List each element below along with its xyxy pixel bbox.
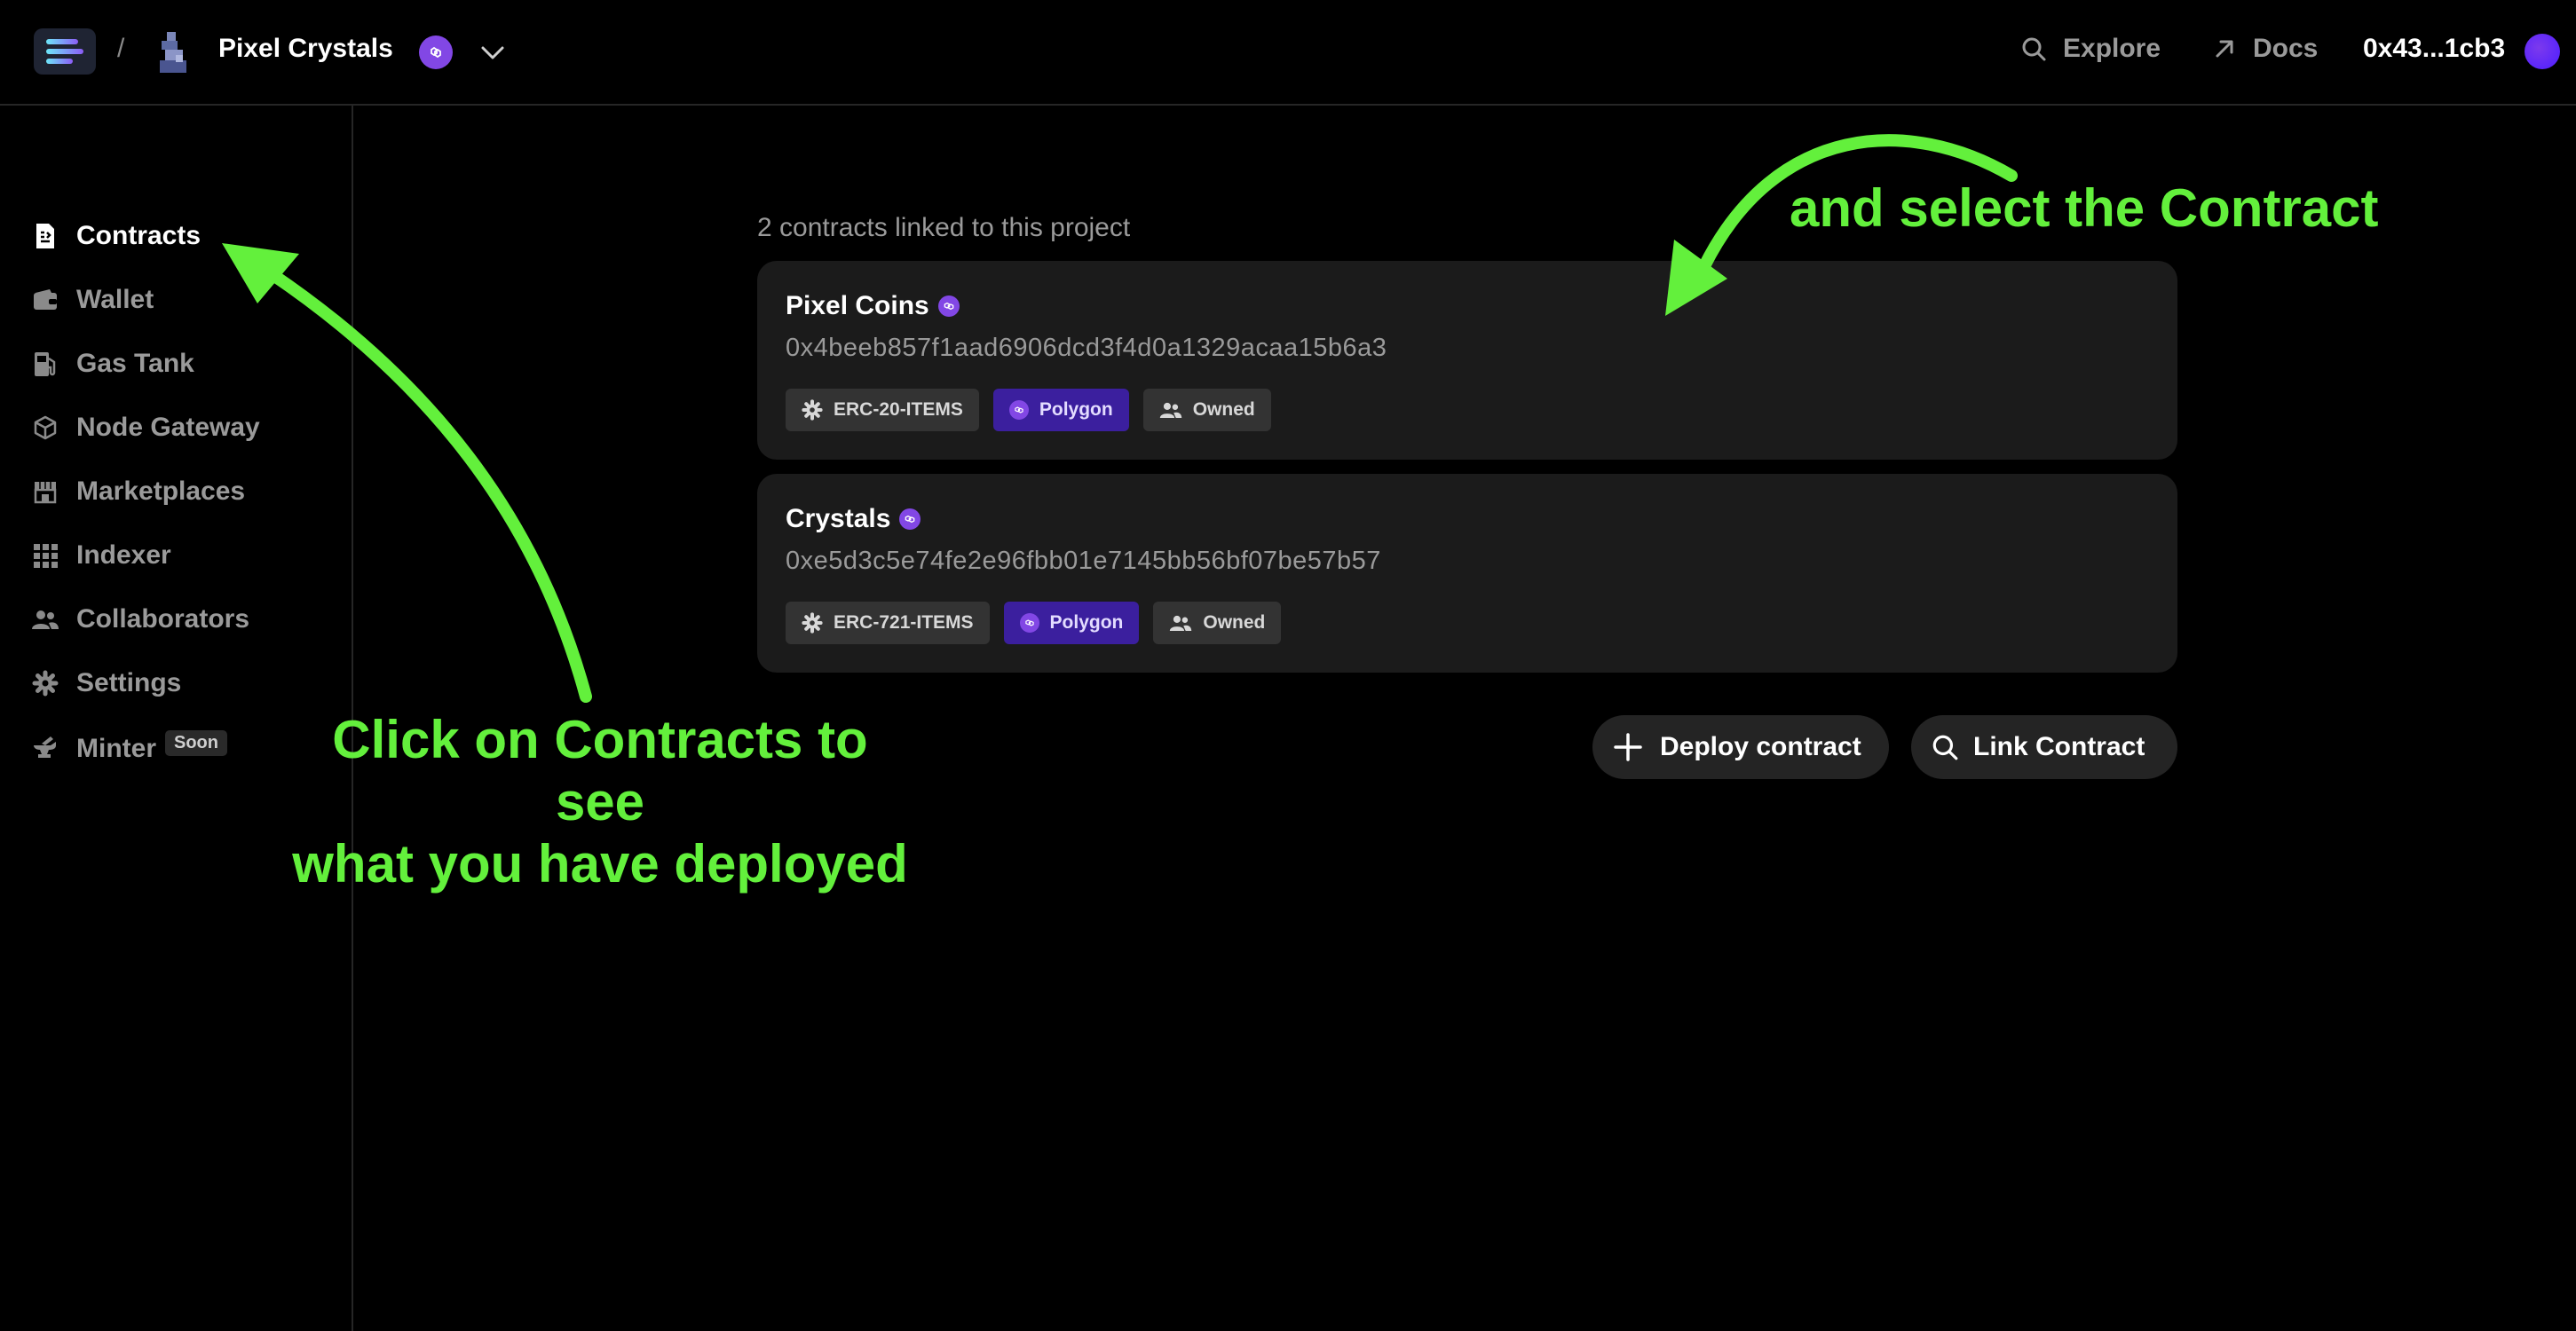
polygon-chain-icon [899,508,921,530]
sidebar-item-label: Marketplaces [76,476,246,506]
sidebar-item-settings[interactable]: Settings [30,661,181,705]
network-tag: Polygon [992,389,1129,431]
sidebar-item-label: Gas Tank [76,349,194,378]
sidebar-item-label: Wallet [76,285,154,314]
explore-link[interactable]: Explore [2020,34,2161,64]
sidebar-item-label: Minter [76,734,156,763]
sidebar-item-label: Settings [76,668,182,697]
tag-label: ERC-20-ITEMS [834,399,963,420]
breadcrumb-separator: / [117,34,125,63]
sidebar-item-indexer[interactable]: Indexer [30,533,171,578]
tag-label: Owned [1192,399,1255,420]
gas-pump-icon [30,349,60,379]
project-avatar-icon [160,32,186,73]
deploy-contract-label: Deploy contract [1660,732,1861,761]
tag-label: Owned [1203,612,1266,633]
project-name[interactable]: Pixel Crystals [218,34,393,64]
soon-badge: Soon [165,729,227,756]
users-icon [30,604,60,634]
tag-label: Polygon [1039,399,1113,420]
gear-icon [802,612,823,634]
deploy-contract-button[interactable]: Deploy contract [1592,715,1889,779]
top-bar: / Pixel Crystals Explore Docs 0x43...1cb… [0,0,2576,106]
plus-icon [1614,733,1642,761]
network-tag: Polygon [1003,602,1140,644]
tag-label: ERC-721-ITEMS [834,612,974,633]
arrow-up-right-icon [2216,40,2233,58]
annotation-text-right: and select the Contract [1790,178,2379,238]
sidebar-item-label: Node Gateway [76,413,260,442]
wallet-address[interactable]: 0x43...1cb3 [2363,34,2505,64]
sidebar-item-label: Indexer [76,540,171,570]
users-icon [1170,615,1192,631]
search-icon [2022,37,2046,61]
polygon-chain-icon [937,295,960,317]
contract-type-tag: ERC-20-ITEMS [786,389,979,431]
contract-name: Pixel Coins [786,291,929,320]
sidebar-item-wallet[interactable]: Wallet [30,278,154,322]
app-menu-icon[interactable] [34,28,96,75]
storefront-icon [30,476,60,507]
docs-link[interactable]: Docs [2212,34,2318,64]
contract-name-row: Pixel Coins [786,291,960,321]
explore-label: Explore [2063,34,2161,63]
annotation-text-left-line1: Click on Contracts to see [332,710,868,831]
annotation-text-left: Click on Contracts to see what you have … [281,709,920,895]
sidebar-item-marketplaces[interactable]: Marketplaces [30,469,245,514]
sidebar-item-contracts[interactable]: Contracts [30,214,201,258]
contract-card[interactable]: Pixel Coins 0x4beeb857f1aad6906dcd3f4d0a… [757,261,2177,460]
contracts-count-caption: 2 contracts linked to this project [757,213,1131,242]
contract-tags: ERC-20-ITEMS Polygon Owned [786,389,1271,431]
polygon-chain-icon [1008,400,1029,420]
annotation-text-left-line2: what you have deployed [292,834,908,894]
contract-name-row: Crystals [786,504,921,534]
tag-label: Polygon [1049,612,1124,633]
gear-icon [802,399,823,421]
chevron-down-icon[interactable] [478,39,508,66]
anvil-icon [30,734,60,764]
sidebar-item-minter[interactable]: Minter Soon [30,727,227,771]
gear-icon [30,668,60,698]
sidebar-item-node-gateway[interactable]: Node Gateway [30,406,260,450]
contract-address: 0x4beeb857f1aad6906dcd3f4d0a1329acaa15b6… [786,334,1387,362]
link-contract-label: Link Contract [1973,732,2145,761]
contracts-icon [30,221,60,251]
link-contract-button[interactable]: Link Contract [1911,715,2177,779]
contract-address: 0xe5d3c5e74fe2e96fbb01e7145bb56bf07be57b… [786,547,1381,575]
sidebar-item-label: Collaborators [76,604,250,634]
contract-tags: ERC-721-ITEMS Polygon Owned [786,602,1282,644]
sidebar-item-label: Contracts [76,221,201,250]
polygon-chain-icon [1019,613,1039,633]
users-icon [1159,402,1181,418]
cube-icon [30,413,60,443]
grid-icon [30,540,60,571]
sidebar-item-collaborators[interactable]: Collaborators [30,597,249,642]
wallet-icon [30,285,60,315]
ownership-tag: Owned [1153,602,1282,644]
search-icon [1932,735,1958,760]
wallet-avatar[interactable] [2525,34,2560,69]
contract-name: Crystals [786,504,891,533]
polygon-chain-icon [419,35,453,69]
contract-type-tag: ERC-721-ITEMS [786,602,990,644]
contract-card[interactable]: Crystals 0xe5d3c5e74fe2e96fbb01e7145bb56… [757,474,2177,673]
sidebar-item-gas-tank[interactable]: Gas Tank [30,342,194,386]
docs-label: Docs [2253,34,2319,63]
ownership-tag: Owned [1142,389,1271,431]
